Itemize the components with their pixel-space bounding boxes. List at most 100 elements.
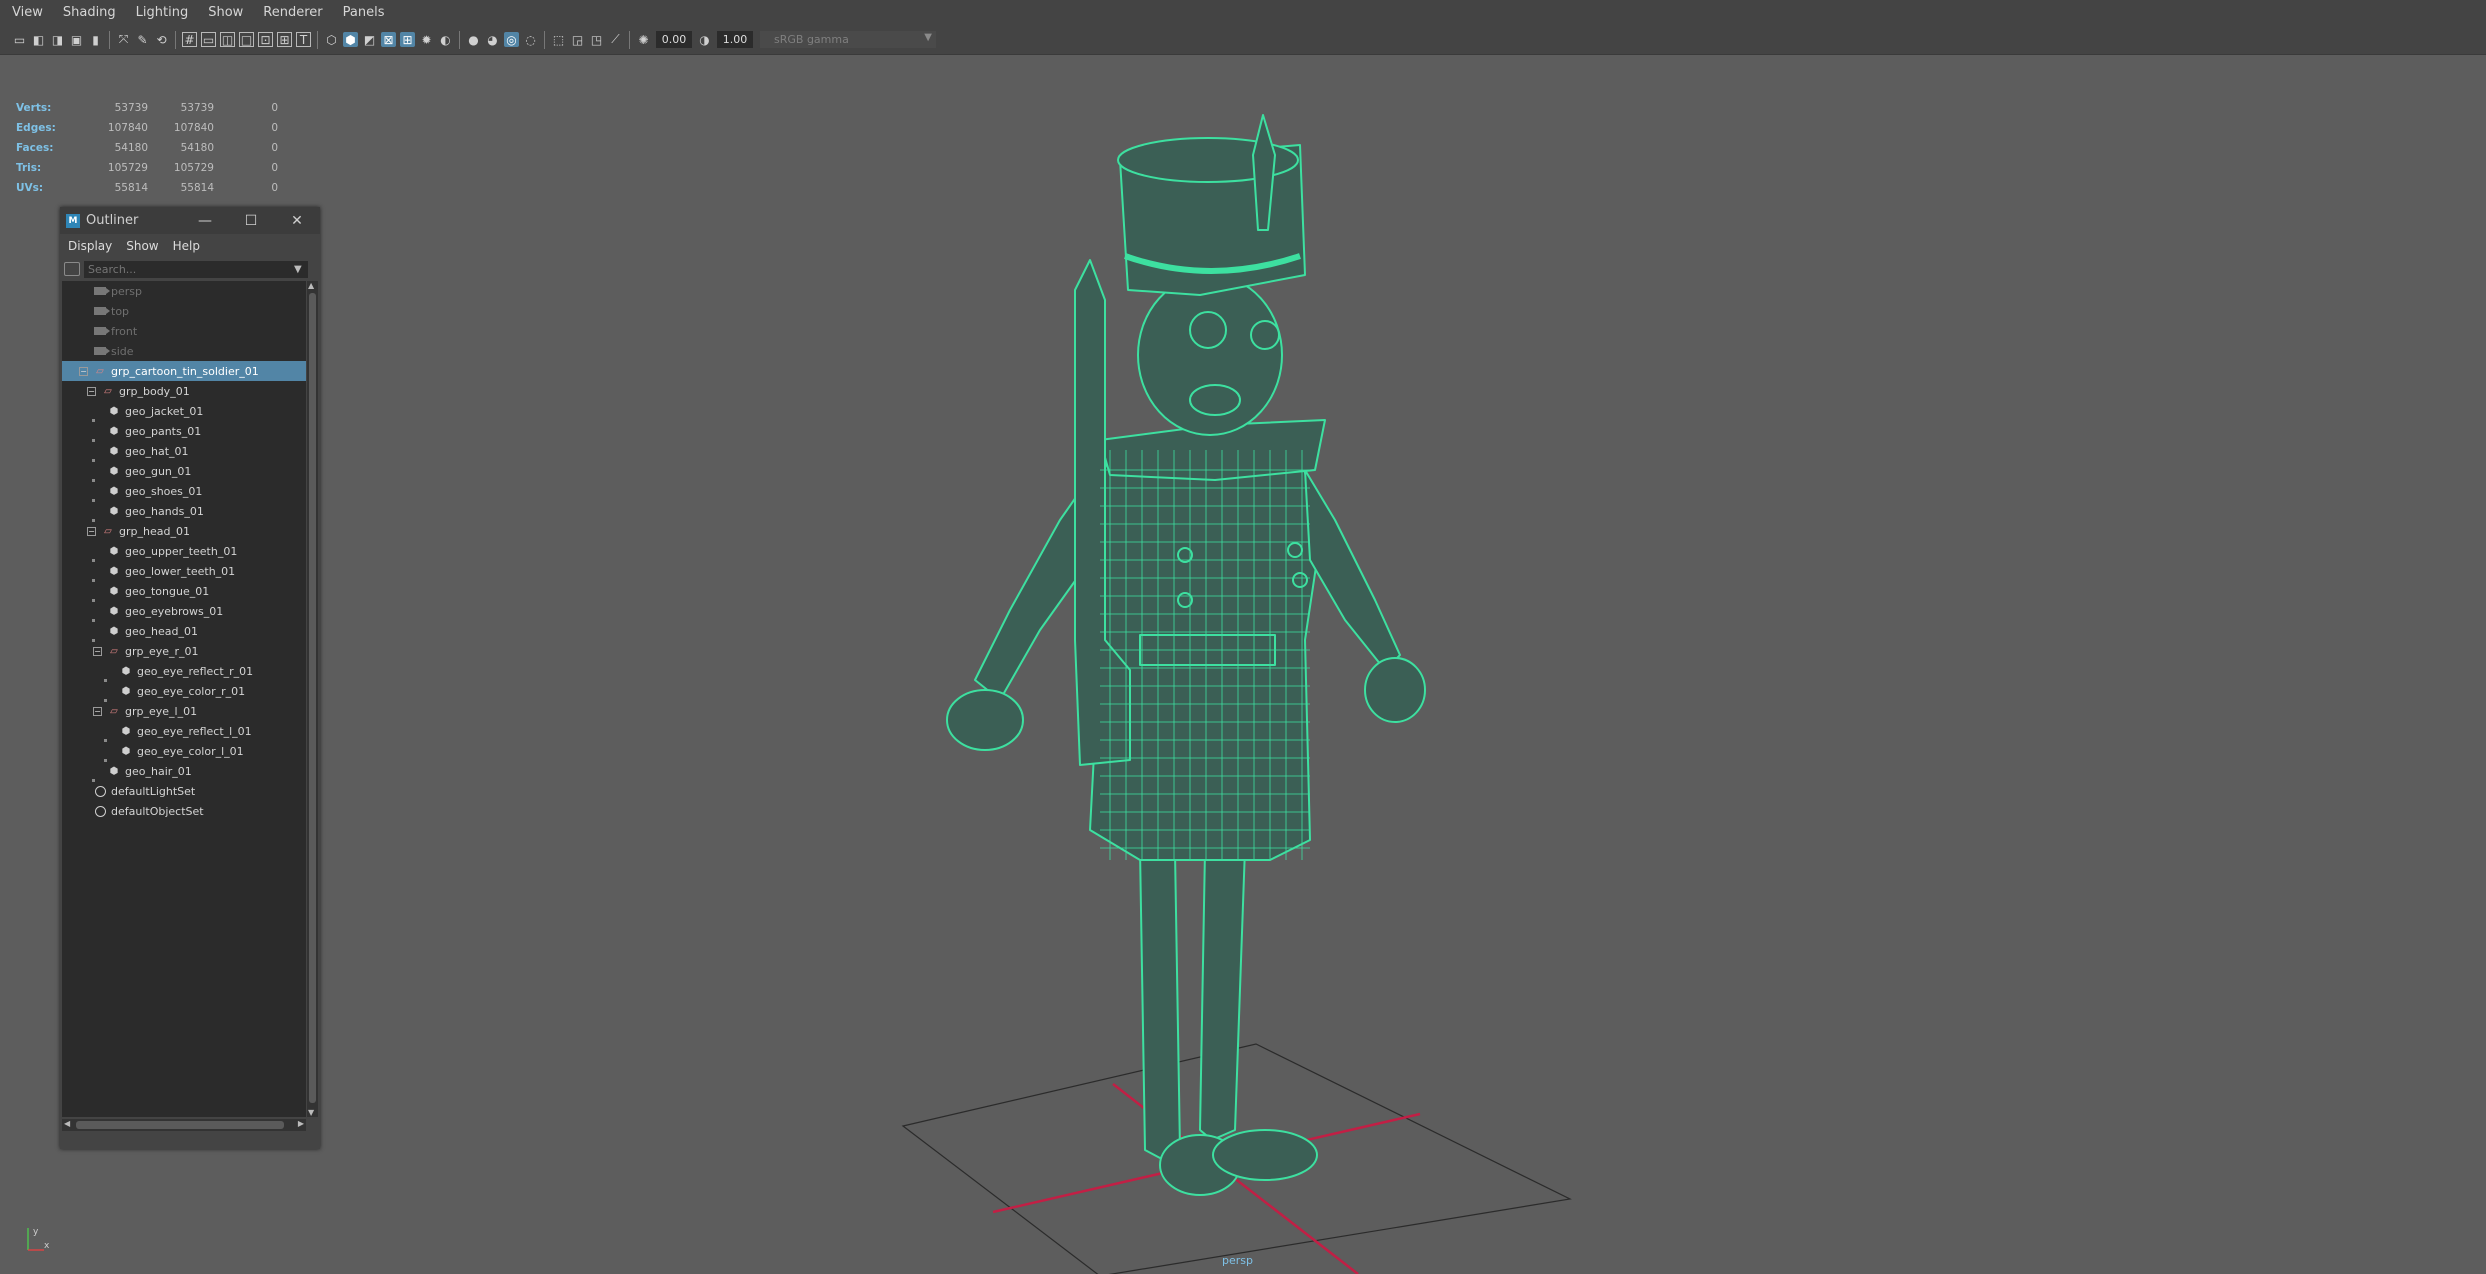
outliner-menu-help[interactable]: Help <box>165 239 206 253</box>
resolution-gate-icon[interactable]: ◫ <box>220 32 235 47</box>
menu-view[interactable]: View <box>0 5 51 20</box>
collapse-toggle-icon[interactable]: − <box>87 386 96 396</box>
outliner-item[interactable]: ⬢ geo_upper_teeth_01 <box>62 541 306 562</box>
outliner-item[interactable]: ⬢ geo_head_01 <box>62 621 306 642</box>
bookmarks-icon[interactable]: ◨ <box>50 32 65 47</box>
menu-lighting[interactable]: Lighting <box>124 5 197 20</box>
bookmark-icon[interactable]: ▮ <box>88 32 103 47</box>
outliner-item[interactable]: − ▱ grp_eye_l_01 <box>62 701 306 721</box>
tumble-icon[interactable]: ⟲ <box>154 32 169 47</box>
outliner-item[interactable]: ⬢ geo_eyebrows_01 <box>62 601 306 622</box>
outliner-item[interactable]: ⬢ geo_eye_color_l_01 <box>62 741 306 762</box>
default-material-icon[interactable]: ◩ <box>362 32 377 47</box>
screen-space-ao-icon[interactable]: ● <box>466 32 481 47</box>
use-all-lights-icon[interactable]: ✹ <box>419 32 434 47</box>
menu-panels[interactable]: Panels <box>331 5 393 20</box>
axis-x-label: x <box>44 1241 50 1251</box>
scroll-thumb[interactable] <box>76 1121 284 1129</box>
close-icon[interactable]: ✕ <box>274 207 320 234</box>
hud-value: 55814 <box>180 182 214 194</box>
image-plane-icon[interactable]: ▣ <box>69 32 84 47</box>
depth-of-field-icon[interactable]: ◌ <box>523 32 538 47</box>
outliner-item[interactable]: ⬢ geo_hair_01 <box>62 761 306 782</box>
outliner-item[interactable]: ⬢ geo_hat_01 <box>62 441 306 462</box>
gamma-icon[interactable]: ◑ <box>697 32 712 47</box>
outliner-item[interactable]: − ▱ grp_cartoon_tin_soldier_01 <box>62 361 306 381</box>
exposure-icon[interactable]: ✺ <box>636 32 651 47</box>
menu-show[interactable]: Show <box>196 5 251 20</box>
scroll-down-icon[interactable]: ▼ <box>308 1108 314 1117</box>
collapse-toggle-icon[interactable]: − <box>79 366 88 376</box>
scroll-thumb[interactable] <box>309 293 316 1103</box>
gate-mask-icon[interactable]: □ <box>239 32 254 47</box>
outliner-item[interactable]: ⬢ geo_tongue_01 <box>62 581 306 602</box>
textured-icon[interactable]: ⊞ <box>400 32 415 47</box>
outliner-item[interactable]: ⬢ geo_lower_teeth_01 <box>62 561 306 582</box>
viewport-3d[interactable]: Verts: 53739 53739 0 Edges: 107840 10784… <box>0 56 2486 1274</box>
outliner-item[interactable]: ⬢ geo_shoes_01 <box>62 481 306 502</box>
outliner-horizontal-scrollbar[interactable]: ◀ ▶ <box>62 1119 306 1131</box>
menu-renderer[interactable]: Renderer <box>251 5 330 20</box>
outliner-item[interactable]: ⬢ geo_eye_color_r_01 <box>62 681 306 702</box>
outliner-item[interactable]: ⬢ geo_jacket_01 <box>62 401 306 422</box>
2d-pan-zoom-icon[interactable]: ⤧ <box>116 32 131 47</box>
scroll-up-icon[interactable]: ▲ <box>308 281 314 290</box>
motion-blur-icon[interactable]: ◕ <box>485 32 500 47</box>
select-camera-icon[interactable]: ▭ <box>12 32 27 47</box>
collapse-toggle-icon[interactable]: − <box>87 526 96 536</box>
camera-attributes-icon[interactable]: ◧ <box>31 32 46 47</box>
menu-shading[interactable]: Shading <box>51 5 124 20</box>
collapse-toggle-icon[interactable]: − <box>93 706 102 716</box>
field-chart-icon[interactable]: ⊡ <box>258 32 273 47</box>
grid-icon[interactable]: # <box>182 32 197 47</box>
outliner-item[interactable]: defaultLightSet <box>62 781 306 801</box>
grease-pencil-icon[interactable]: ✎ <box>135 32 150 47</box>
outliner-vertical-scrollbar[interactable]: ▲ ▼ <box>307 281 318 1117</box>
scroll-right-icon[interactable]: ▶ <box>298 1119 304 1128</box>
scroll-left-icon[interactable]: ◀ <box>64 1119 70 1128</box>
outliner-item[interactable]: top <box>62 301 306 321</box>
outliner-item[interactable]: ⬢ geo_pants_01 <box>62 421 306 442</box>
hud-row-faces: Faces: 54180 54180 0 <box>16 138 278 158</box>
outliner-menu-show[interactable]: Show <box>118 239 164 253</box>
outliner-item[interactable]: − ▱ grp_head_01 <box>62 521 306 541</box>
exposure-field[interactable]: 0.00 <box>656 31 692 48</box>
filter-icon[interactable] <box>64 262 80 276</box>
shadows-icon[interactable]: ◐ <box>438 32 453 47</box>
outliner-item[interactable]: ⬢ geo_gun_01 <box>62 461 306 482</box>
outliner-item[interactable]: ⬢ geo_eye_reflect_l_01 <box>62 721 306 742</box>
outliner-item[interactable]: ⬢ geo_hands_01 <box>62 501 306 522</box>
collapse-toggle-icon[interactable]: − <box>93 646 102 656</box>
outliner-menu-display[interactable]: Display <box>60 239 118 253</box>
outliner-search-input[interactable] <box>84 260 308 278</box>
outliner-titlebar[interactable]: M Outliner — ☐ ✕ <box>60 207 320 234</box>
safe-action-icon[interactable]: ⊞ <box>277 32 292 47</box>
outliner-item[interactable]: ⬢ geo_eye_reflect_r_01 <box>62 661 306 682</box>
smooth-shade-icon[interactable]: ⬢ <box>343 32 358 47</box>
hud-value: 107840 <box>173 122 214 134</box>
outliner-item[interactable]: − ▱ grp_body_01 <box>62 381 306 401</box>
outliner-item[interactable]: front <box>62 321 306 341</box>
isolate-select-icon[interactable]: ⬚ <box>551 32 566 47</box>
multisample-aa-icon[interactable]: ◎ <box>504 32 519 47</box>
outliner-item[interactable]: − ▱ grp_eye_r_01 <box>62 641 306 661</box>
safe-title-icon[interactable]: T <box>296 32 311 47</box>
outliner-tree[interactable]: persp top front side − ▱ grp_cartoon_tin_soldi… <box>62 281 306 1117</box>
color-space-dropdown[interactable]: sRGB gamma ▼ <box>760 31 936 48</box>
gamma-field[interactable]: 1.00 <box>717 31 753 48</box>
outliner-item[interactable]: persp <box>62 281 306 301</box>
search-options-chevron-icon[interactable]: ▼ <box>294 264 302 275</box>
wireframe-icon[interactable]: ⬡ <box>324 32 339 47</box>
minimize-icon[interactable]: — <box>182 207 228 234</box>
camera-icon <box>92 345 110 357</box>
xray-joints-icon[interactable]: ⟋ <box>608 32 623 47</box>
xray-active-components-icon[interactable]: ◳ <box>589 32 604 47</box>
maximize-icon[interactable]: ☐ <box>228 207 274 234</box>
outliner-item[interactable]: defaultObjectSet <box>62 801 306 821</box>
mesh-icon: ⬢ <box>109 625 119 637</box>
wireframe-on-shaded-icon[interactable]: ⊠ <box>381 32 396 47</box>
outliner-item[interactable]: side <box>62 341 306 361</box>
xray-icon[interactable]: ◲ <box>570 32 585 47</box>
outliner-item-label: defaultLightSet <box>111 784 196 798</box>
film-gate-icon[interactable]: ▭ <box>201 32 216 47</box>
